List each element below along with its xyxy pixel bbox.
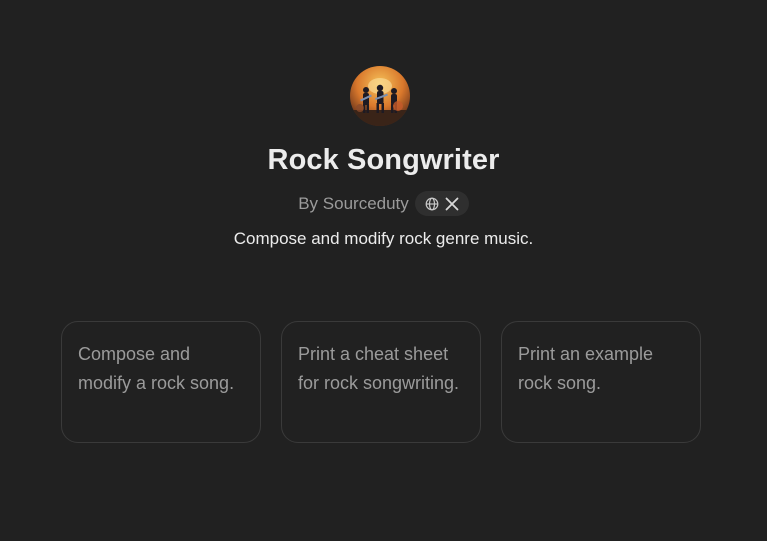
starter-text: Print a cheat sheet for rock songwriting… (298, 344, 460, 393)
starter-card-cheat-sheet[interactable]: Print a cheat sheet for rock songwriting… (281, 321, 481, 443)
x-logo-icon[interactable] (445, 197, 459, 211)
globe-icon[interactable] (425, 197, 439, 211)
starter-text: Compose and modify a rock song. (78, 344, 235, 393)
byline: By Sourceduty (0, 191, 767, 216)
social-links (414, 191, 469, 216)
starter-text: Print an example rock song. (518, 344, 654, 393)
conversation-starters: Compose and modify a rock song. Print a … (61, 321, 701, 443)
gpt-title: Rock Songwriter (267, 144, 500, 176)
author-name: By Sourceduty (298, 193, 409, 213)
starter-card-example-song[interactable]: Print an example rock song. (501, 321, 701, 443)
gpt-description: Compose and modify rock genre music. (233, 229, 534, 248)
gpt-avatar (350, 66, 410, 126)
starter-card-compose[interactable]: Compose and modify a rock song. (61, 321, 261, 443)
gpt-landing: Rock Songwriter By Sourceduty Compose an… (0, 0, 767, 541)
